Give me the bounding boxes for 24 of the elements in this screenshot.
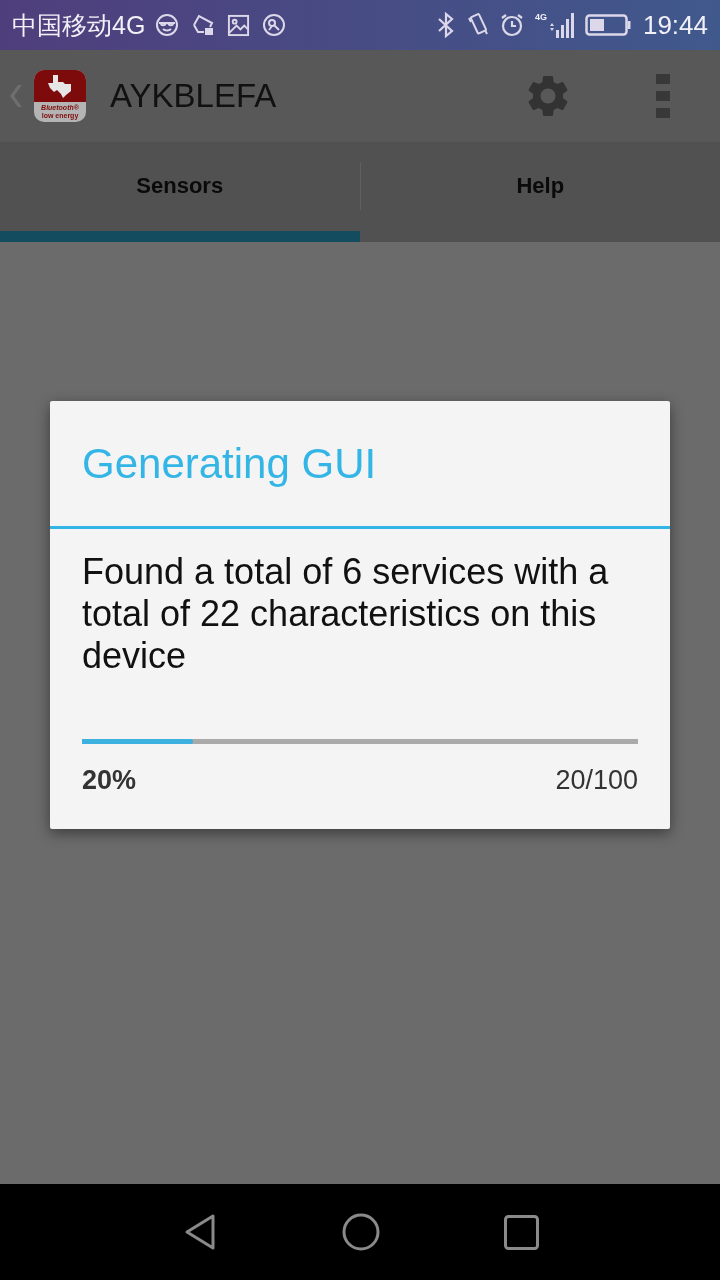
home-button[interactable]	[342, 1213, 380, 1251]
clock-time: 19:44	[642, 9, 708, 41]
home-circle-icon	[342, 1213, 380, 1251]
signal-bars-icon	[547, 12, 574, 38]
back-button[interactable]	[184, 1213, 218, 1251]
carrier-name: 中国移动4G	[12, 9, 146, 41]
state-outline-icon	[47, 74, 73, 98]
network-type-label: 4G	[534, 13, 547, 22]
more-options-icon	[656, 74, 670, 118]
progress-count: 20/100	[555, 764, 638, 796]
dialog-message: Found a total of 6 services with a total of 22 characteristics on this device	[82, 551, 610, 677]
recents-button[interactable]	[504, 1214, 539, 1250]
smiley-face-icon	[155, 13, 180, 37]
circular-app-icon	[262, 13, 287, 37]
recents-square-icon	[504, 1214, 539, 1250]
battery-icon	[584, 14, 631, 36]
app-title: AYKBLEFA	[110, 77, 277, 115]
tab[interactable]: Help	[360, 142, 720, 242]
image-icon	[227, 13, 251, 37]
dialog-title: Generating GUI	[50, 401, 670, 529]
alarm-clock-icon	[499, 13, 524, 37]
message-icon	[191, 13, 216, 37]
back-triangle-icon	[184, 1213, 218, 1251]
progress-percent: 20%	[82, 764, 137, 796]
